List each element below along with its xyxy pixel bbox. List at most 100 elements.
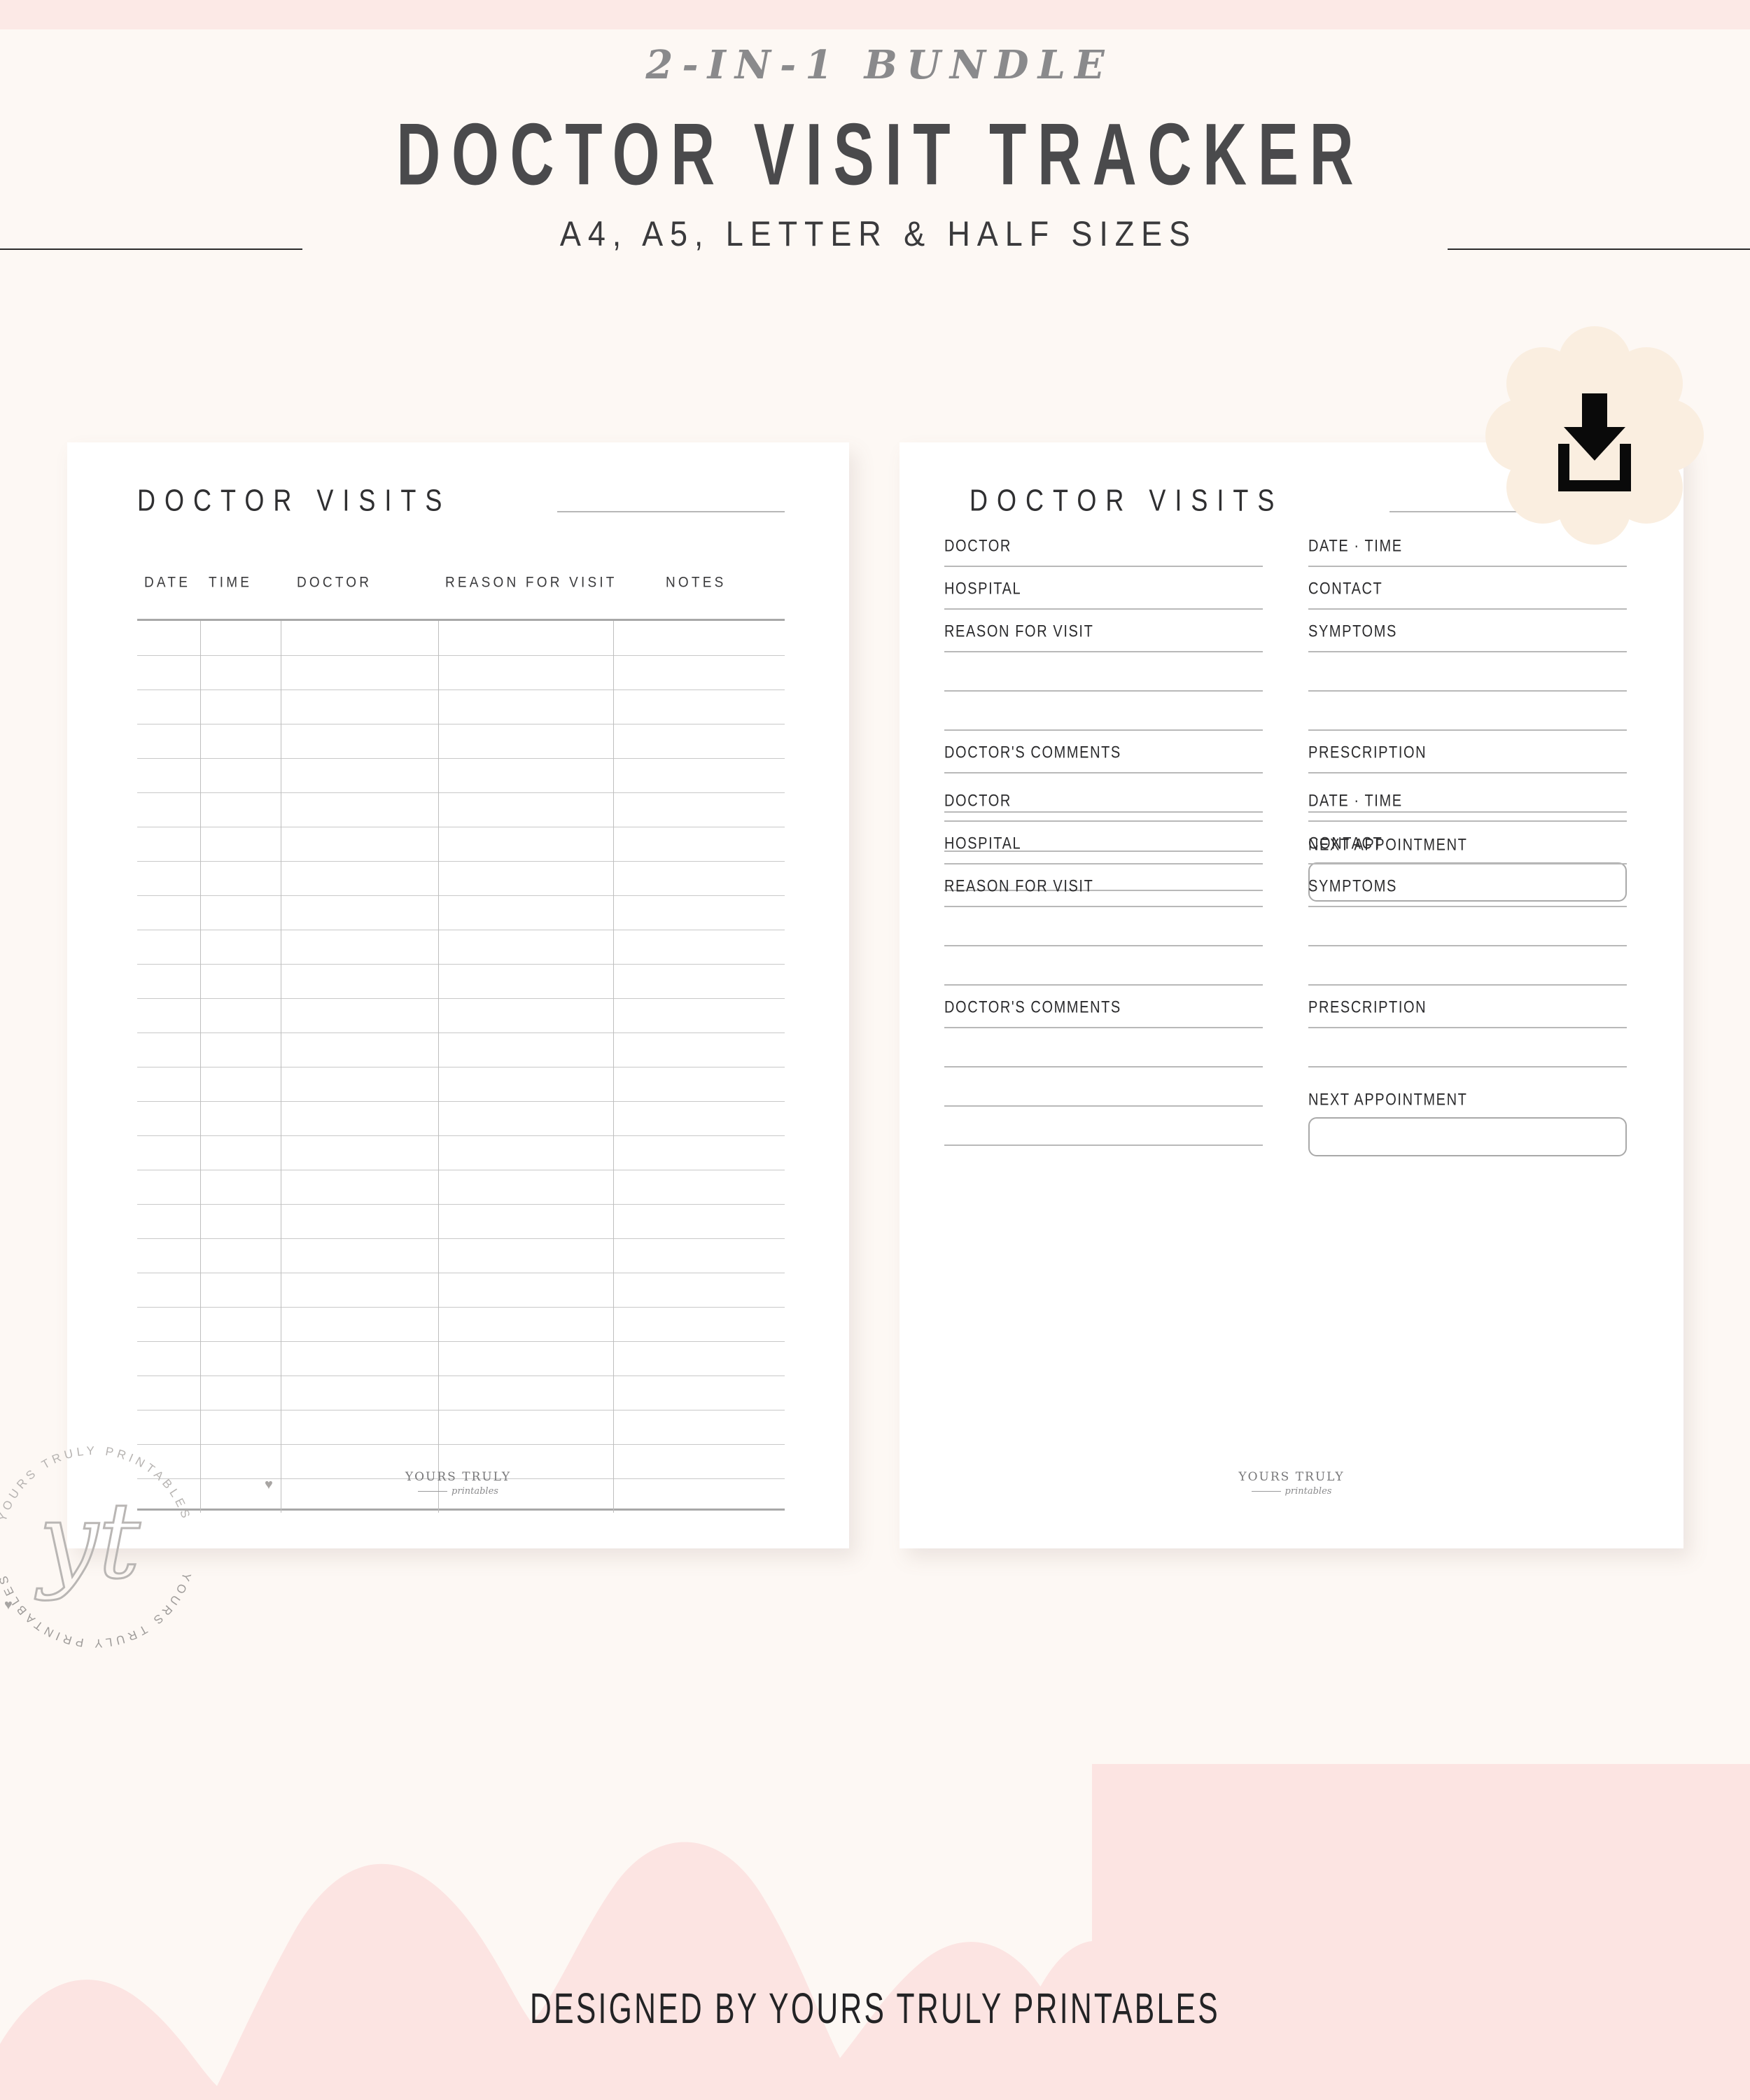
field-label-date-time: DATE · TIME <box>1308 791 1403 811</box>
table-row-divider <box>137 792 785 793</box>
table-row-divider <box>137 1444 785 1445</box>
yours-truly-printables-watermark: YOURS TRULY PRINTABLES YOURS TRULY PRINT… <box>0 1444 190 1650</box>
field-line-reason-2[interactable] <box>944 690 1263 692</box>
field-line-reason-2[interactable] <box>944 945 1263 946</box>
table-row-divider <box>137 1204 785 1205</box>
field-label-prescription: PRESCRIPTION <box>1308 997 1427 1017</box>
left-sheet-title-blank-line <box>557 511 785 512</box>
table-row-divider <box>137 964 785 965</box>
table-column-divider <box>613 621 614 1513</box>
right-sheet-title: DOCTOR VISITS <box>969 482 1284 518</box>
heart-icon-outer: ♥ <box>4 1597 13 1613</box>
top-pink-band <box>0 0 1750 29</box>
field-label-hospital: HOSPITAL <box>944 834 1022 853</box>
field-line-symptoms-2[interactable] <box>1308 945 1627 946</box>
table-row-divider <box>137 1101 785 1102</box>
field-line-doctor[interactable] <box>944 566 1263 567</box>
right-footer-tagline: printables <box>1284 1486 1332 1497</box>
field-line-reason-1[interactable] <box>944 906 1263 907</box>
field-label-contact: CONTACT <box>1308 834 1383 853</box>
field-line-prescription-2[interactable] <box>1308 811 1627 813</box>
left-footer-tagline: printables <box>451 1486 498 1497</box>
field-line-reason-1[interactable] <box>944 651 1263 652</box>
divider-right <box>1448 248 1750 250</box>
field-line-comments-3[interactable] <box>944 1105 1263 1107</box>
download-badge[interactable] <box>1483 323 1707 547</box>
table-column-headers: DATE TIME DOCTOR REASON FOR VISIT NOTES <box>137 575 785 603</box>
column-header-reason: REASON FOR VISIT <box>445 574 617 591</box>
field-line-comments-4[interactable] <box>944 1144 1263 1146</box>
field-line-comments-1[interactable] <box>944 1027 1263 1028</box>
table-row-divider <box>137 861 785 862</box>
field-label-comments: DOCTOR'S COMMENTS <box>944 997 1121 1017</box>
table-grid[interactable] <box>137 619 785 1513</box>
field-line-contact[interactable] <box>1308 863 1627 864</box>
table-row-divider <box>137 655 785 656</box>
page-title: DOCTOR VISIT TRACKER <box>396 105 1365 204</box>
footer-credit: DESIGNED BY YOURS TRULY PRINTABLES <box>530 1984 1220 2033</box>
field-line-doctor[interactable] <box>944 820 1263 822</box>
field-label-comments: DOCTOR'S COMMENTS <box>944 743 1121 762</box>
field-label-prescription: PRESCRIPTION <box>1308 743 1427 762</box>
sizes-subtitle: A4, A5, LETTER & HALF SIZES <box>559 214 1197 253</box>
table-column-divider <box>200 621 201 1513</box>
bottom-wave-decoration <box>0 1764 1750 2100</box>
field-line-hospital[interactable] <box>944 863 1263 864</box>
doctor-visits-table: DATE TIME DOCTOR REASON FOR VISIT NOTES <box>137 575 785 1513</box>
field-line-comments-2[interactable] <box>944 811 1263 813</box>
field-line-symptoms-3[interactable] <box>1308 984 1627 986</box>
bundle-kicker: 2-IN-1 BUNDLE <box>645 42 1114 88</box>
field-label-contact: CONTACT <box>1308 579 1383 598</box>
field-label-next-appointment: NEXT APPOINTMENT <box>1308 1090 1468 1110</box>
subtitle-row: A4, A5, LETTER & HALF SIZES <box>0 214 1750 284</box>
left-footer-dash <box>418 1491 448 1492</box>
right-sheet-footer-logo: YOURS TRULY printables <box>899 1470 1684 1497</box>
field-line-hospital[interactable] <box>944 608 1263 610</box>
left-sheet-title: DOCTOR VISITS <box>137 482 451 518</box>
field-label-hospital: HOSPITAL <box>944 579 1022 598</box>
field-line-reason-3[interactable] <box>944 729 1263 731</box>
table-row-divider <box>137 998 785 999</box>
field-line-comments-1[interactable] <box>944 772 1263 774</box>
column-header-doctor: DOCTOR <box>297 574 372 591</box>
right-footer-brand: YOURS TRULY <box>1238 1470 1345 1484</box>
table-row-divider <box>137 758 785 759</box>
field-label-doctor: DOCTOR <box>944 536 1011 556</box>
field-line-reason-3[interactable] <box>944 984 1263 986</box>
table-row-divider <box>137 1341 785 1342</box>
field-line-contact[interactable] <box>1308 608 1627 610</box>
column-header-time: TIME <box>209 574 253 591</box>
field-line-prescription-2[interactable] <box>1308 1066 1627 1068</box>
field-label-reason: REASON FOR VISIT <box>944 622 1094 641</box>
table-column-divider <box>438 621 439 1513</box>
column-header-notes: NOTES <box>666 574 727 591</box>
field-label-symptoms: SYMPTOMS <box>1308 622 1397 641</box>
table-row-divider <box>137 895 785 896</box>
field-line-symptoms-1[interactable] <box>1308 906 1627 907</box>
field-line-date-time[interactable] <box>1308 820 1627 822</box>
field-label-doctor: DOCTOR <box>944 791 1011 811</box>
field-line-symptoms-2[interactable] <box>1308 690 1627 692</box>
field-line-date-time[interactable] <box>1308 566 1627 567</box>
field-line-symptoms-3[interactable] <box>1308 729 1627 731</box>
right-printable-page: DOCTOR VISITS DOCTOR HOSPITAL REASON FOR… <box>899 442 1684 1548</box>
field-line-prescription-1[interactable] <box>1308 772 1627 774</box>
table-row-divider <box>137 1067 785 1068</box>
field-label-date-time: DATE · TIME <box>1308 536 1403 556</box>
svg-text:yt: yt <box>34 1480 141 1602</box>
table-row-divider <box>137 1032 785 1033</box>
next-appointment-box[interactable] <box>1308 1117 1627 1156</box>
table-row-divider <box>137 1307 785 1308</box>
table-row-divider <box>137 1238 785 1239</box>
table-row-divider <box>137 1135 785 1136</box>
field-label-symptoms: SYMPTOMS <box>1308 876 1397 896</box>
column-header-date: DATE <box>144 574 191 591</box>
page-header: 2-IN-1 BUNDLE DOCTOR VISIT TRACKER <box>0 42 1750 204</box>
field-line-prescription-1[interactable] <box>1308 1027 1627 1028</box>
field-line-symptoms-1[interactable] <box>1308 651 1627 652</box>
right-footer-dash <box>1251 1491 1281 1492</box>
field-label-reason: REASON FOR VISIT <box>944 876 1094 896</box>
left-printable-page: DOCTOR VISITS DATE TIME DOCTOR REASON FO… <box>67 442 849 1548</box>
heart-icon: ♥ <box>265 1477 273 1492</box>
field-line-comments-2[interactable] <box>944 1066 1263 1068</box>
